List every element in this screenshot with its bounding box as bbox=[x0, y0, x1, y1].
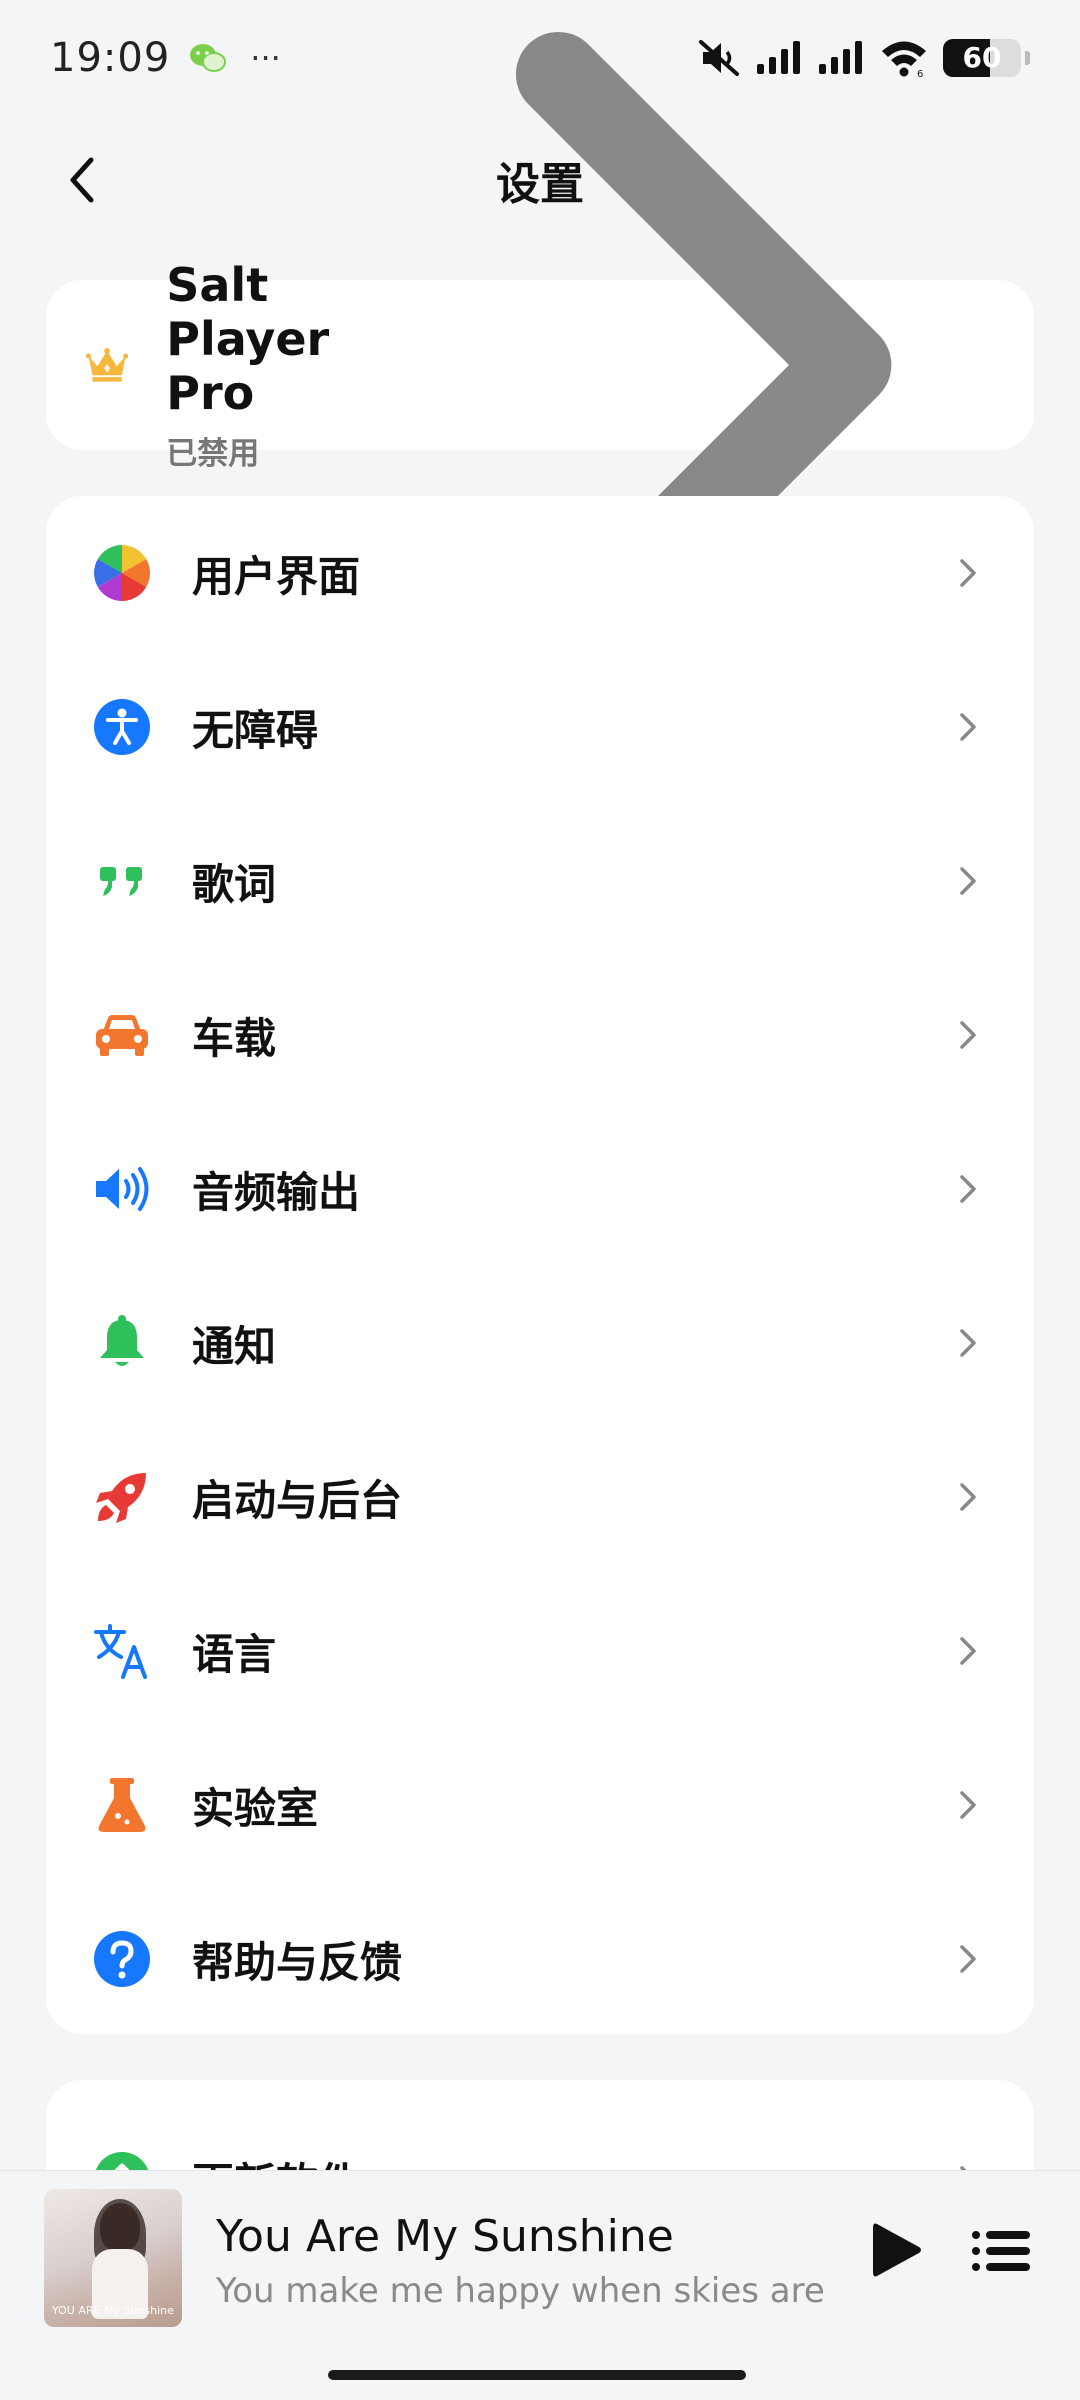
back-arrow-icon bbox=[70, 157, 94, 203]
settings-item-language[interactable]: 语言 bbox=[46, 1574, 1034, 1728]
settings-item-label: 实验室 bbox=[192, 1783, 319, 1833]
chevron-right-icon bbox=[960, 1021, 976, 1049]
settings-list: 用户界面 无障碍 歌词 车载 音频输出 通知 启动与后台 语言 实验室 帮助与反… bbox=[46, 496, 1034, 2034]
bell-icon bbox=[92, 1313, 152, 1373]
translate-icon bbox=[92, 1621, 152, 1681]
color-wheel-icon bbox=[92, 543, 152, 603]
play-button[interactable] bbox=[862, 2215, 932, 2285]
settings-item-label: 语言 bbox=[192, 1629, 277, 1679]
settings-item-label: 通知 bbox=[192, 1321, 277, 1371]
settings-item-car[interactable]: 车载 bbox=[46, 958, 1034, 1112]
more-dots-icon: ··· bbox=[250, 38, 281, 77]
song-lyric: You make me happy when skies are bbox=[216, 2271, 825, 2311]
car-icon bbox=[92, 1005, 152, 1065]
settings-item-label: 启动与后台 bbox=[192, 1475, 403, 1525]
play-icon bbox=[873, 2223, 921, 2277]
chevron-right-icon bbox=[960, 1483, 976, 1511]
back-button[interactable] bbox=[50, 148, 114, 212]
album-cover[interactable]: YOU ARE My Sunshine bbox=[44, 2189, 182, 2327]
settings-item-help-feedback[interactable]: 帮助与反馈 bbox=[46, 1882, 1034, 2036]
speaker-icon bbox=[92, 1159, 152, 1219]
flask-icon bbox=[92, 1775, 152, 1835]
chevron-right-icon bbox=[960, 867, 976, 895]
pro-status: 已禁用 bbox=[166, 435, 260, 472]
settings-item-startup-background[interactable]: 启动与后台 bbox=[46, 1420, 1034, 1574]
mini-player[interactable]: YOU ARE My Sunshine You Are My Sunshine … bbox=[0, 2170, 1080, 2400]
help-icon bbox=[92, 1929, 152, 1989]
pro-card[interactable]: Salt Player Pro 已禁用 bbox=[46, 31, 1034, 699]
settings-item-notifications[interactable]: 通知 bbox=[46, 1266, 1034, 1420]
crown-icon bbox=[86, 348, 129, 382]
playlist-icon bbox=[972, 2231, 1030, 2271]
home-indicator[interactable] bbox=[328, 2370, 746, 2380]
status-time: 19:09 bbox=[50, 34, 171, 81]
rocket-icon bbox=[92, 1467, 152, 1527]
settings-item-user-interface[interactable]: 用户界面 bbox=[46, 496, 1034, 650]
album-cover-text: YOU ARE My Sunshine bbox=[52, 2304, 174, 2317]
accessibility-icon bbox=[92, 697, 152, 757]
battery-tip bbox=[1025, 50, 1030, 65]
playlist-button[interactable] bbox=[970, 2221, 1034, 2281]
settings-item-label: 车载 bbox=[192, 1013, 277, 1063]
settings-item-lyrics[interactable]: 歌词 bbox=[46, 804, 1034, 958]
chevron-right-icon bbox=[960, 1945, 976, 1973]
settings-item-lab[interactable]: 实验室 bbox=[46, 1728, 1034, 1882]
chevron-right-icon bbox=[960, 1329, 976, 1357]
settings-item-label: 用户界面 bbox=[192, 551, 361, 601]
settings-item-label: 帮助与反馈 bbox=[192, 1937, 403, 1987]
settings-item-accessibility[interactable]: 无障碍 bbox=[46, 650, 1034, 804]
quote-icon bbox=[92, 851, 152, 911]
chevron-right-icon bbox=[960, 559, 976, 587]
settings-item-audio-output[interactable]: 音频输出 bbox=[46, 1112, 1034, 1266]
chevron-right-icon bbox=[960, 1637, 976, 1665]
chevron-right-icon bbox=[960, 713, 976, 741]
settings-item-label: 歌词 bbox=[192, 859, 277, 909]
chevron-right-icon bbox=[960, 1175, 976, 1203]
pro-title: Salt Player Pro bbox=[166, 257, 330, 420]
song-title: You Are My Sunshine bbox=[216, 2211, 674, 2262]
chevron-right-icon bbox=[960, 1791, 976, 1819]
settings-item-label: 音频输出 bbox=[192, 1167, 361, 1217]
settings-item-label: 无障碍 bbox=[192, 705, 319, 755]
wechat-icon bbox=[190, 43, 227, 72]
